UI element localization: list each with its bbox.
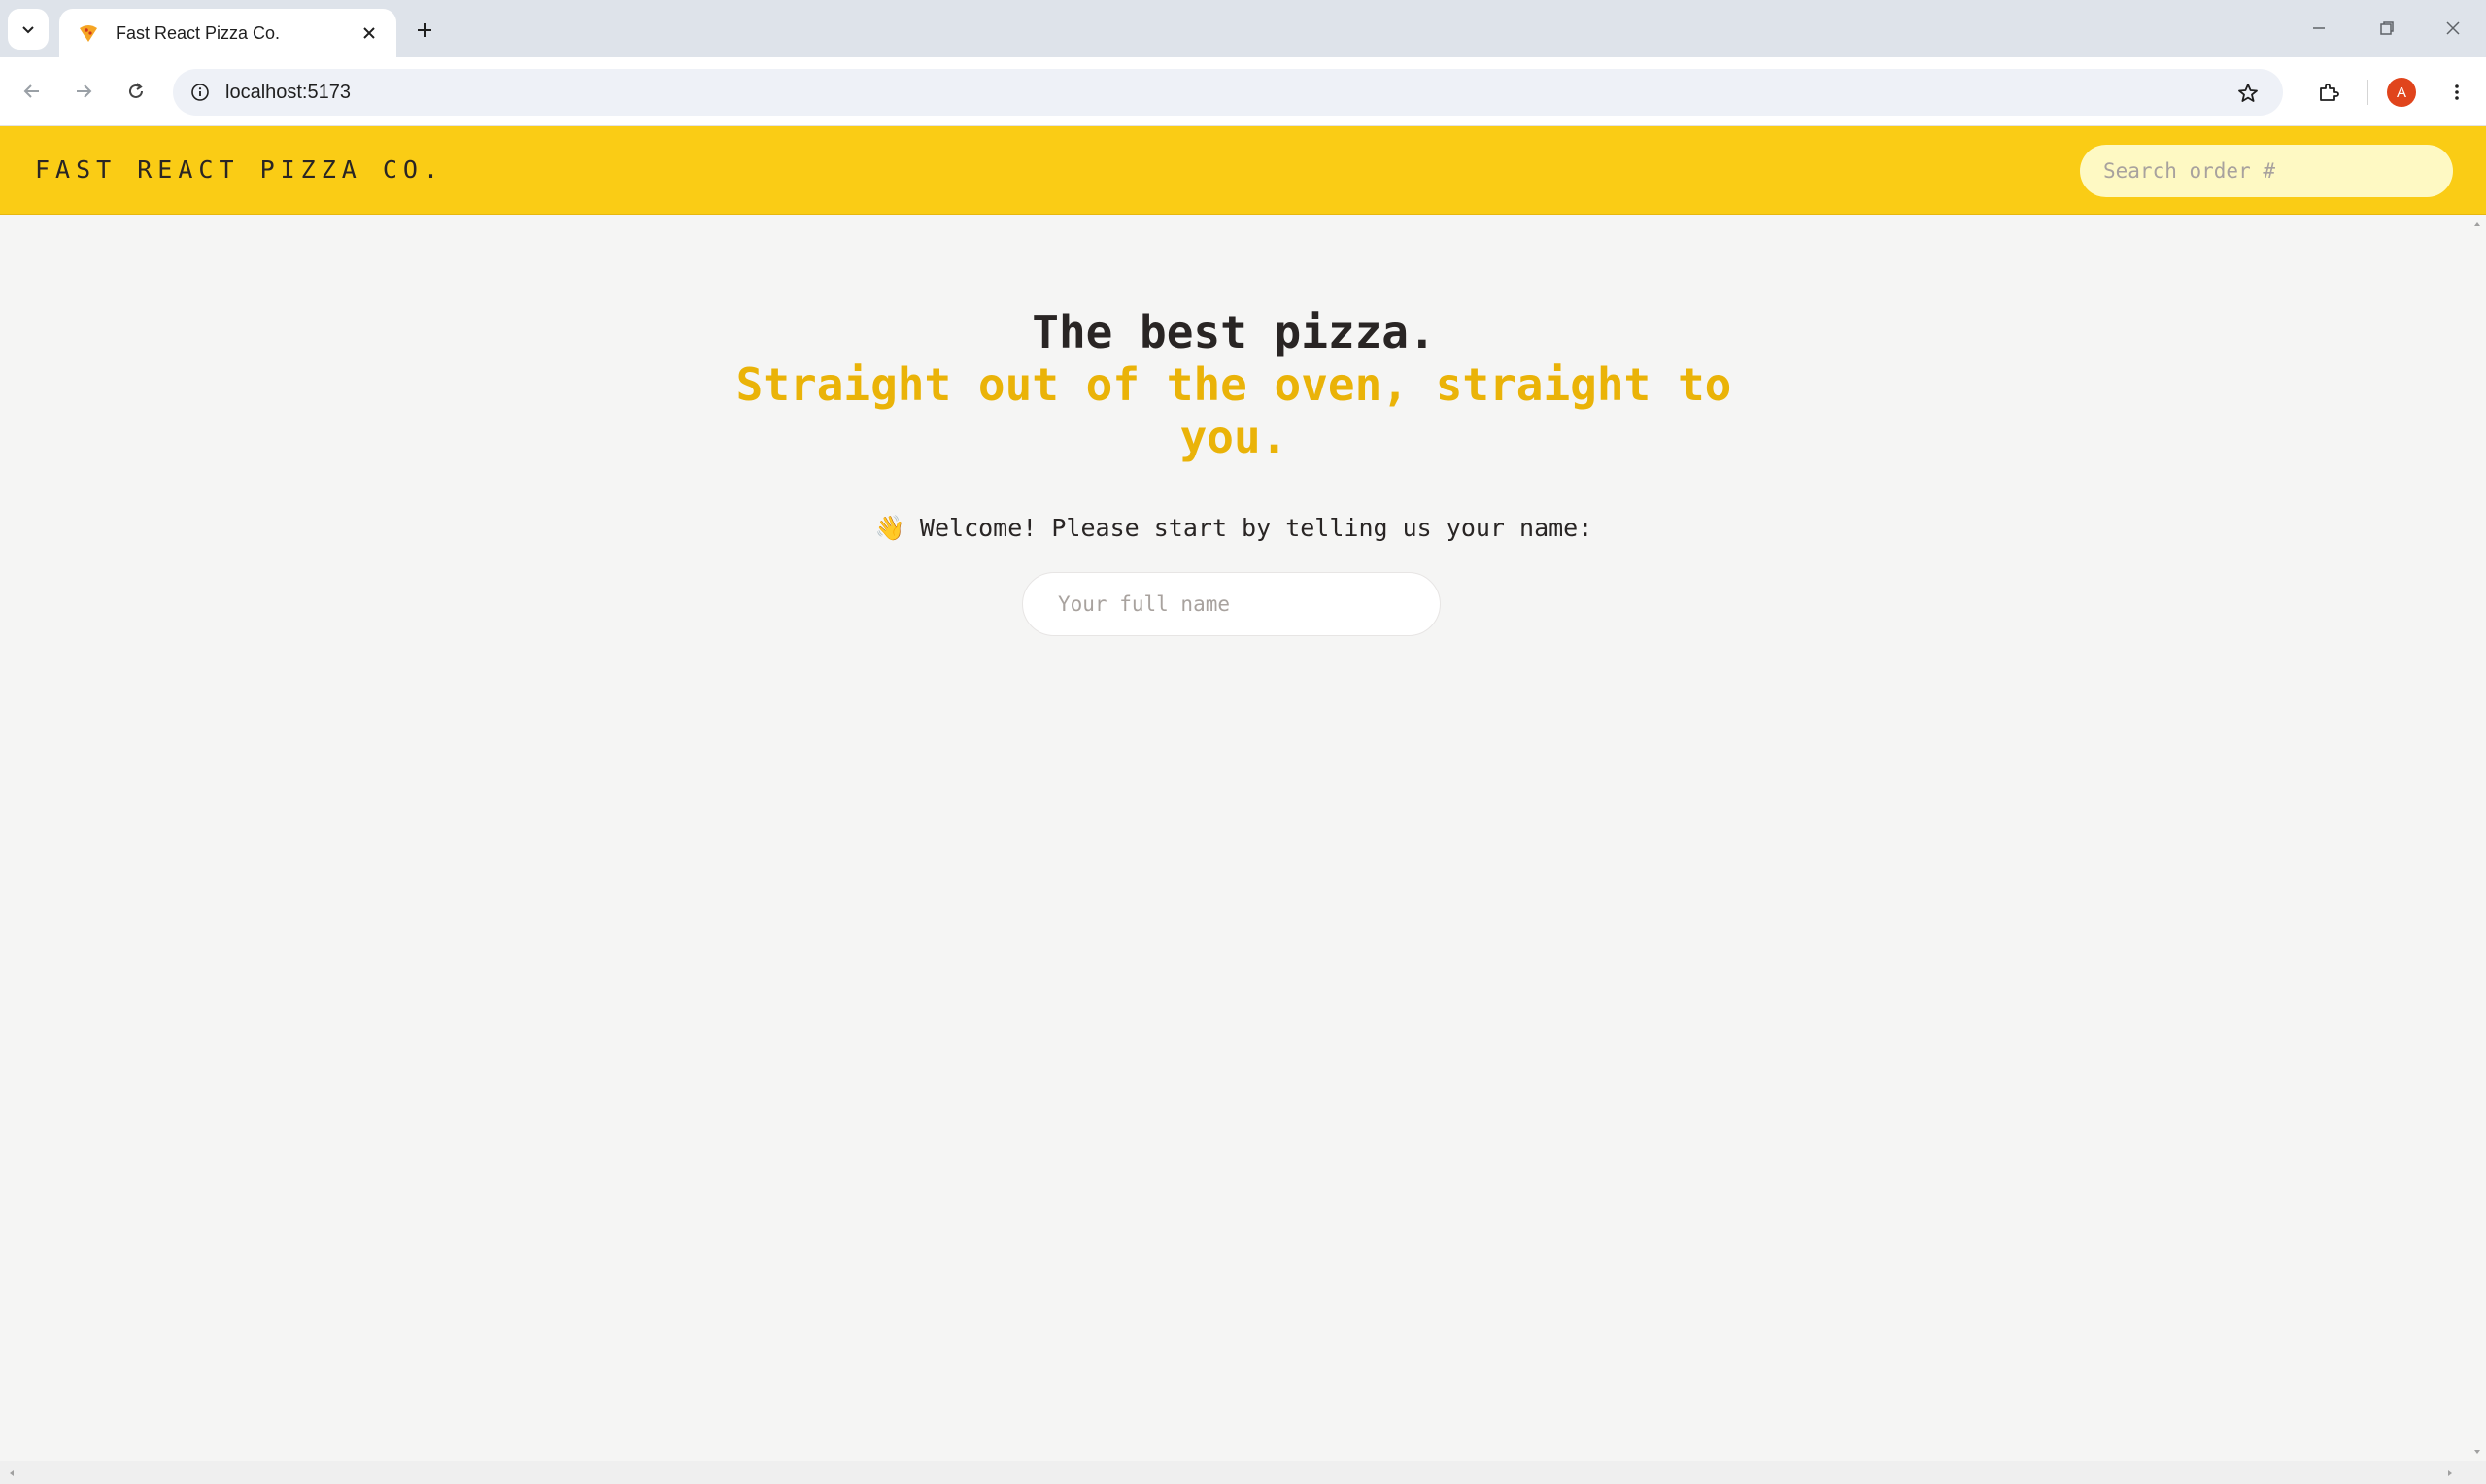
info-icon <box>191 84 209 101</box>
forward-button[interactable] <box>63 71 104 112</box>
subheadline-line-1: Straight out of the oven, straight to <box>735 358 1732 411</box>
tab-title: Fast React Pizza Co. <box>116 22 281 43</box>
subheadline-line-2: you. <box>1179 411 1288 463</box>
back-button[interactable] <box>12 71 52 112</box>
brand-logo-link[interactable]: FAST REACT PIZZA CO. <box>35 155 444 184</box>
pizza-icon <box>75 19 102 47</box>
toolbar-divider <box>2367 80 2368 105</box>
close-icon <box>363 27 375 39</box>
welcome-text: Welcome! Please start by telling us your… <box>919 514 1593 542</box>
headline: The best pizza. <box>1032 306 1436 358</box>
welcome-message: 👋 Welcome! Please start by telling us yo… <box>0 514 2468 543</box>
browser-tab[interactable]: Fast React Pizza Co. <box>59 9 396 57</box>
address-bar[interactable]: localhost:5173 <box>173 69 2283 116</box>
arrow-right-icon <box>77 84 92 98</box>
plus-icon <box>418 23 431 37</box>
close-icon <box>2446 21 2460 35</box>
search-order-input[interactable] <box>2080 145 2453 197</box>
tab-search-button[interactable] <box>8 9 49 50</box>
reload-icon <box>129 83 143 98</box>
home-main: The best pizza. Straight out of the oven… <box>0 215 2468 1461</box>
scroll-down-arrow-icon[interactable] <box>2468 1442 2486 1461</box>
full-name-input[interactable] <box>1022 572 1441 636</box>
horizontal-scrollbar[interactable] <box>0 1461 2486 1484</box>
browser-toolbar: localhost:5173 <box>0 57 2486 126</box>
arrow-left-icon <box>23 84 39 98</box>
extensions-button[interactable] <box>2308 72 2349 113</box>
chevron-down-icon <box>22 26 34 34</box>
scroll-left-arrow-icon[interactable] <box>2 1464 20 1482</box>
app-header: FAST REACT PIZZA CO. <box>0 126 2486 215</box>
subheadline: Straight out of the oven, straight to yo… <box>0 358 2468 463</box>
bookmark-button[interactable] <box>2234 80 2262 107</box>
more-vertical-icon <box>2455 84 2459 100</box>
star-icon <box>2238 84 2258 102</box>
minimize-button[interactable] <box>2293 8 2345 49</box>
close-window-button[interactable] <box>2427 8 2479 49</box>
scroll-up-arrow-icon[interactable] <box>2468 215 2486 233</box>
new-tab-button[interactable] <box>406 12 443 49</box>
vertical-scrollbar[interactable] <box>2468 215 2486 1461</box>
puzzle-icon <box>2320 84 2339 101</box>
scroll-right-arrow-icon[interactable] <box>2440 1464 2459 1482</box>
restore-button[interactable] <box>2361 8 2413 49</box>
profile-avatar[interactable]: A <box>2387 78 2416 107</box>
close-tab-button[interactable] <box>356 19 383 47</box>
restore-icon <box>2380 21 2394 35</box>
browser-tab-strip: Fast React Pizza Co. <box>0 0 2486 57</box>
waving-hand-icon: 👋 <box>874 514 905 542</box>
url-text: localhost:5173 <box>225 81 351 103</box>
reload-button[interactable] <box>116 71 156 112</box>
browser-menu-button[interactable] <box>2436 72 2477 113</box>
minimize-icon <box>2313 27 2325 29</box>
